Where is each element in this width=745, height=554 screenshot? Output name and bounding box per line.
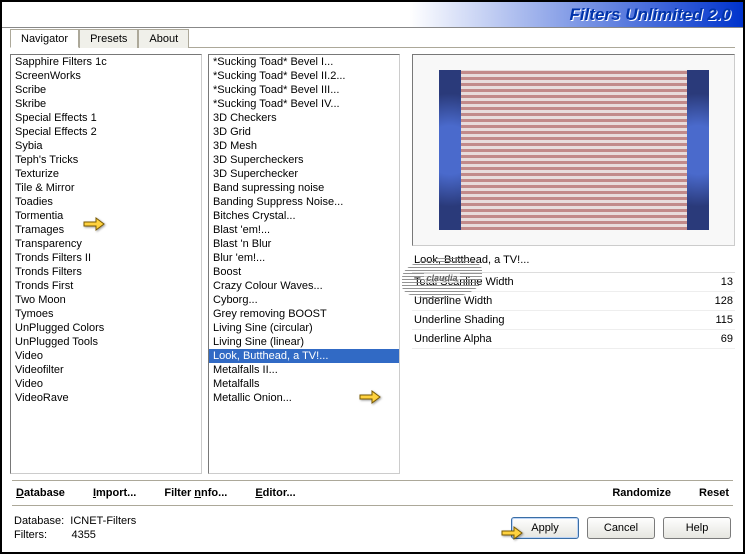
category-item[interactable]: VideoRave (11, 391, 201, 405)
link-randomize[interactable]: Randomize (612, 487, 671, 499)
filter-item[interactable]: *Sucking Toad* Bevel I... (209, 55, 399, 69)
param-row[interactable]: Underline Alpha 69 (412, 330, 735, 349)
category-item[interactable]: Tymoes (11, 307, 201, 321)
filter-item[interactable]: *Sucking Toad* Bevel III... (209, 83, 399, 97)
param-value: 69 (721, 333, 733, 345)
watermark: claudia (402, 258, 482, 298)
tab-bar: Navigator Presets About (10, 28, 735, 48)
apply-button[interactable]: Apply (511, 517, 579, 539)
footer: Database: ICNET-Filters Filters: 4355 Ap… (2, 506, 743, 542)
filter-item[interactable]: 3D Superchecker (209, 167, 399, 181)
category-item[interactable]: Transparency (11, 237, 201, 251)
footer-info: Database: ICNET-Filters Filters: 4355 (14, 514, 136, 542)
cancel-button[interactable]: Cancel (587, 517, 655, 539)
category-item[interactable]: Special Effects 2 (11, 125, 201, 139)
filter-item[interactable]: *Sucking Toad* Bevel IV... (209, 97, 399, 111)
filter-item[interactable]: Metalfalls (209, 377, 399, 391)
link-import[interactable]: Import... (93, 487, 136, 499)
filter-item[interactable]: 3D Supercheckers (209, 153, 399, 167)
category-item[interactable]: UnPlugged Tools (11, 335, 201, 349)
preview-box (412, 54, 735, 246)
tab-about[interactable]: About (138, 29, 189, 48)
filter-item[interactable]: Blast 'em!... (209, 223, 399, 237)
link-reset[interactable]: Reset (699, 487, 729, 499)
category-item[interactable]: Video (11, 349, 201, 363)
category-item[interactable]: Special Effects 1 (11, 111, 201, 125)
filter-item[interactable]: Living Sine (linear) (209, 335, 399, 349)
filter-item[interactable]: *Sucking Toad* Bevel II.2... (209, 69, 399, 83)
category-item[interactable]: Skribe (11, 97, 201, 111)
filter-item[interactable]: Blur 'em!... (209, 251, 399, 265)
tab-navigator[interactable]: Navigator (10, 29, 79, 48)
filter-item[interactable]: Living Sine (circular) (209, 321, 399, 335)
filter-item[interactable]: Banding Suppress Noise... (209, 195, 399, 209)
category-item[interactable]: Tronds First (11, 279, 201, 293)
preview-image (439, 70, 709, 230)
filter-list[interactable]: *Sucking Toad* Bevel I...*Sucking Toad* … (208, 54, 400, 474)
link-filter-info[interactable]: Filter nnfo... (164, 487, 227, 499)
main-panel: Sapphire Filters 1cScreenWorksScribeSkri… (2, 48, 743, 474)
category-item[interactable]: Sapphire Filters 1c (11, 55, 201, 69)
title-bar: Filters Unlimited 2.0 (2, 2, 743, 28)
filter-item[interactable]: Cyborg... (209, 293, 399, 307)
category-item[interactable]: Video (11, 377, 201, 391)
filter-item[interactable]: 3D Checkers (209, 111, 399, 125)
category-item[interactable]: Teph's Tricks (11, 153, 201, 167)
filter-item[interactable]: 3D Mesh (209, 139, 399, 153)
category-item[interactable]: Scribe (11, 83, 201, 97)
filter-item[interactable]: 3D Grid (209, 125, 399, 139)
link-database[interactable]: Database (16, 487, 65, 499)
link-editor[interactable]: Editor... (255, 487, 295, 499)
filter-item[interactable]: Grey removing BOOST (209, 307, 399, 321)
param-value: 13 (721, 276, 733, 288)
category-item[interactable]: Two Moon (11, 293, 201, 307)
filter-item[interactable]: Metallic Onion... (209, 391, 399, 405)
param-value: 115 (715, 314, 733, 326)
category-item[interactable]: Sybia (11, 139, 201, 153)
link-bar: Database Import... Filter nnfo... Editor… (2, 481, 743, 499)
category-item[interactable]: Tronds Filters II (11, 251, 201, 265)
category-list[interactable]: Sapphire Filters 1cScreenWorksScribeSkri… (10, 54, 202, 474)
button-bar: Apply Cancel Help (511, 517, 731, 539)
help-button[interactable]: Help (663, 517, 731, 539)
category-item[interactable]: ScreenWorks (11, 69, 201, 83)
param-label: Underline Alpha (414, 333, 492, 345)
tab-presets[interactable]: Presets (79, 29, 138, 48)
filter-item[interactable]: Crazy Colour Waves... (209, 279, 399, 293)
category-item[interactable]: UnPlugged Colors (11, 321, 201, 335)
app-title: Filters Unlimited 2.0 (569, 5, 731, 25)
filter-item[interactable]: Boost (209, 265, 399, 279)
category-item[interactable]: Tormentia (11, 209, 201, 223)
category-item[interactable]: Tramages (11, 223, 201, 237)
category-item[interactable]: Toadies (11, 195, 201, 209)
filter-item[interactable]: Bitches Crystal... (209, 209, 399, 223)
filter-item[interactable]: Band supressing noise (209, 181, 399, 195)
param-label: Underline Shading (414, 314, 505, 326)
param-row[interactable]: Underline Shading 115 (412, 311, 735, 330)
category-item[interactable]: Videofilter (11, 363, 201, 377)
param-value: 128 (715, 295, 733, 307)
filter-item[interactable]: Metalfalls II... (209, 363, 399, 377)
filter-item[interactable]: Look, Butthead, a TV!... (209, 349, 399, 363)
filter-item[interactable]: Blast 'n Blur (209, 237, 399, 251)
parameter-list: Total Scanline Width13Underline Width128… (412, 273, 735, 474)
category-item[interactable]: Texturize (11, 167, 201, 181)
category-item[interactable]: Tronds Filters (11, 265, 201, 279)
category-item[interactable]: Tile & Mirror (11, 181, 201, 195)
